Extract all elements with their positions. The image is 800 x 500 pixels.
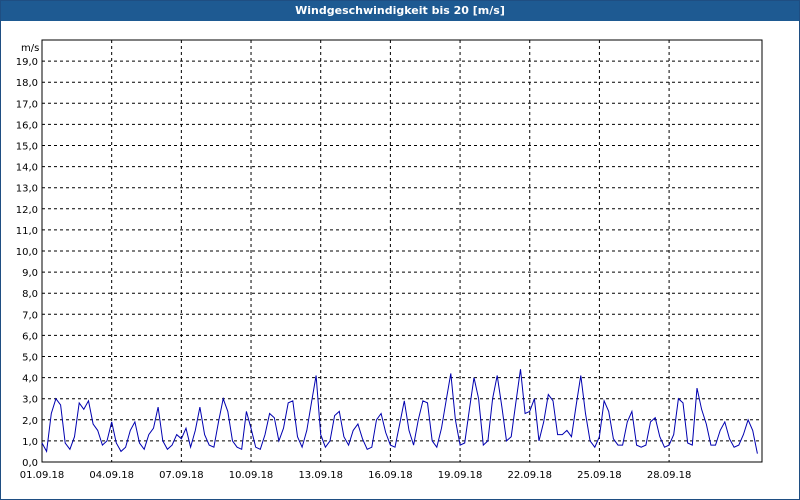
chart-window: Windgeschwindigkeit bis 20 [m/s] 0,0 1,0 2…: [0, 0, 800, 500]
y-tick-label: 6,0: [22, 331, 38, 342]
y-tick-label: 1,0: [22, 437, 38, 448]
x-tick-label: 19.09.18: [438, 470, 483, 481]
y-tick-label: 14,0: [16, 163, 38, 174]
y-tick-label: 5,0: [22, 353, 38, 364]
y-tick-label: 7,0: [22, 310, 38, 321]
x-tick-label: 22.09.18: [507, 470, 552, 481]
y-tick-label: 8,0: [22, 289, 38, 300]
y-tick-label: 17,0: [16, 99, 38, 110]
x-tick-label: 25.09.18: [577, 470, 622, 481]
y-tick-label: 15,0: [16, 142, 38, 153]
y-tick-label: 9,0: [22, 268, 38, 279]
y-tick-label: 19,0: [16, 57, 38, 68]
y-tick-label: 16,0: [16, 120, 38, 131]
x-tick-label: 01.09.18: [20, 470, 65, 481]
y-tick-label: 11,0: [16, 226, 38, 237]
x-tick-label: 07.09.18: [159, 470, 204, 481]
y-tick-label: 12,0: [16, 205, 38, 216]
gridlines: [42, 40, 762, 462]
x-tick-label: 04.09.18: [89, 470, 134, 481]
y-tick-label: 0,0: [22, 458, 38, 469]
x-axis-ticks: 01.09.18 04.09.18 07.09.18 10.09.18 13.09.18…: [20, 470, 692, 481]
x-tick-label: 16.09.18: [368, 470, 413, 481]
x-tick-label: 10.09.18: [229, 470, 274, 481]
y-tick-label: 18,0: [16, 78, 38, 89]
x-tick-label: 28.09.18: [647, 470, 692, 481]
y-tick-label: 13,0: [16, 184, 38, 195]
y-axis-unit-label: m/s: [21, 43, 39, 54]
y-tick-label: 10,0: [16, 247, 38, 258]
window-title: Windgeschwindigkeit bis 20 [m/s]: [1, 1, 799, 21]
y-tick-label: 4,0: [22, 374, 38, 385]
y-tick-label: 3,0: [22, 395, 38, 406]
y-tick-label: 2,0: [22, 416, 38, 427]
y-axis-ticks: 0,0 1,0 2,0 3,0 4,0 5,0 6,0 7,0 8,0 9,0 10,0 11,0 12…: [16, 57, 38, 469]
x-tick-label: 13.09.18: [298, 470, 343, 481]
wind-speed-chart: 0,0 1,0 2,0 3,0 4,0 5,0 6,0 7,0 8,0 9,0 10,0 11,0 12…: [16, 39, 763, 481]
